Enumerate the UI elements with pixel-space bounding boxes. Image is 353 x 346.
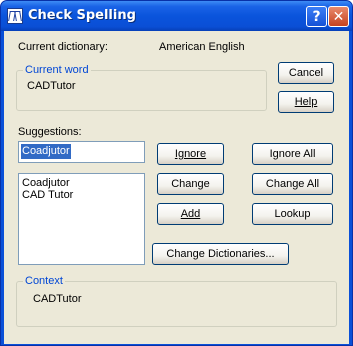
current-word-legend: Current word xyxy=(23,64,91,76)
ignore-button-label: Ignore xyxy=(174,148,207,160)
change-all-button-label: Change All xyxy=(265,178,320,190)
context-value: CADTutor xyxy=(33,293,82,305)
help-button[interactable]: Help xyxy=(278,91,334,113)
autocad-app-icon xyxy=(7,8,23,24)
change-all-button[interactable]: Change All xyxy=(252,173,333,195)
add-button-label: Add xyxy=(180,208,201,220)
suggestions-list[interactable]: Coadjutor CAD Tutor xyxy=(18,173,145,265)
cancel-button-label: Cancel xyxy=(288,67,324,79)
add-button[interactable]: Add xyxy=(157,203,224,225)
change-button[interactable]: Change xyxy=(157,173,224,195)
change-dictionaries-button[interactable]: Change Dictionaries... xyxy=(152,243,289,265)
suggestion-input[interactable]: Coadjutor xyxy=(18,141,145,163)
change-button-label: Change xyxy=(171,178,210,190)
check-spelling-dialog: Check Spelling ? ✕ Current dictionary: A… xyxy=(0,0,353,346)
current-dictionary-value: American English xyxy=(159,41,245,53)
suggestion-input-value: Coadjutor xyxy=(21,144,71,159)
ignore-button[interactable]: Ignore xyxy=(157,143,224,165)
current-dictionary-label: Current dictionary: xyxy=(18,41,108,53)
ignore-all-button-label: Ignore All xyxy=(269,148,316,160)
question-icon: ? xyxy=(312,8,321,25)
current-word-group: Current word CADTutor xyxy=(16,64,267,111)
context-legend: Context xyxy=(23,275,65,287)
ignore-all-button[interactable]: Ignore All xyxy=(252,143,333,165)
dialog-client-area: Current dictionary: American English Cur… xyxy=(4,31,349,344)
close-icon: ✕ xyxy=(332,8,345,25)
change-dictionaries-button-label: Change Dictionaries... xyxy=(166,248,275,260)
suggestion-item[interactable]: Coadjutor xyxy=(19,177,144,189)
suggestion-item[interactable]: CAD Tutor xyxy=(19,189,144,201)
title-close-button[interactable]: ✕ xyxy=(328,6,349,27)
context-group: Context CADTutor xyxy=(16,275,337,327)
window-title: Check Spelling xyxy=(28,8,136,23)
lookup-button[interactable]: Lookup xyxy=(252,203,333,225)
cancel-button[interactable]: Cancel xyxy=(278,62,334,84)
title-bar[interactable]: Check Spelling ? ✕ xyxy=(1,1,352,31)
current-word-value: CADTutor xyxy=(27,80,76,92)
lookup-button-label: Lookup xyxy=(274,208,311,220)
title-help-button[interactable]: ? xyxy=(306,6,327,27)
suggestions-label: Suggestions: xyxy=(18,126,82,138)
help-button-label: Help xyxy=(294,96,318,108)
